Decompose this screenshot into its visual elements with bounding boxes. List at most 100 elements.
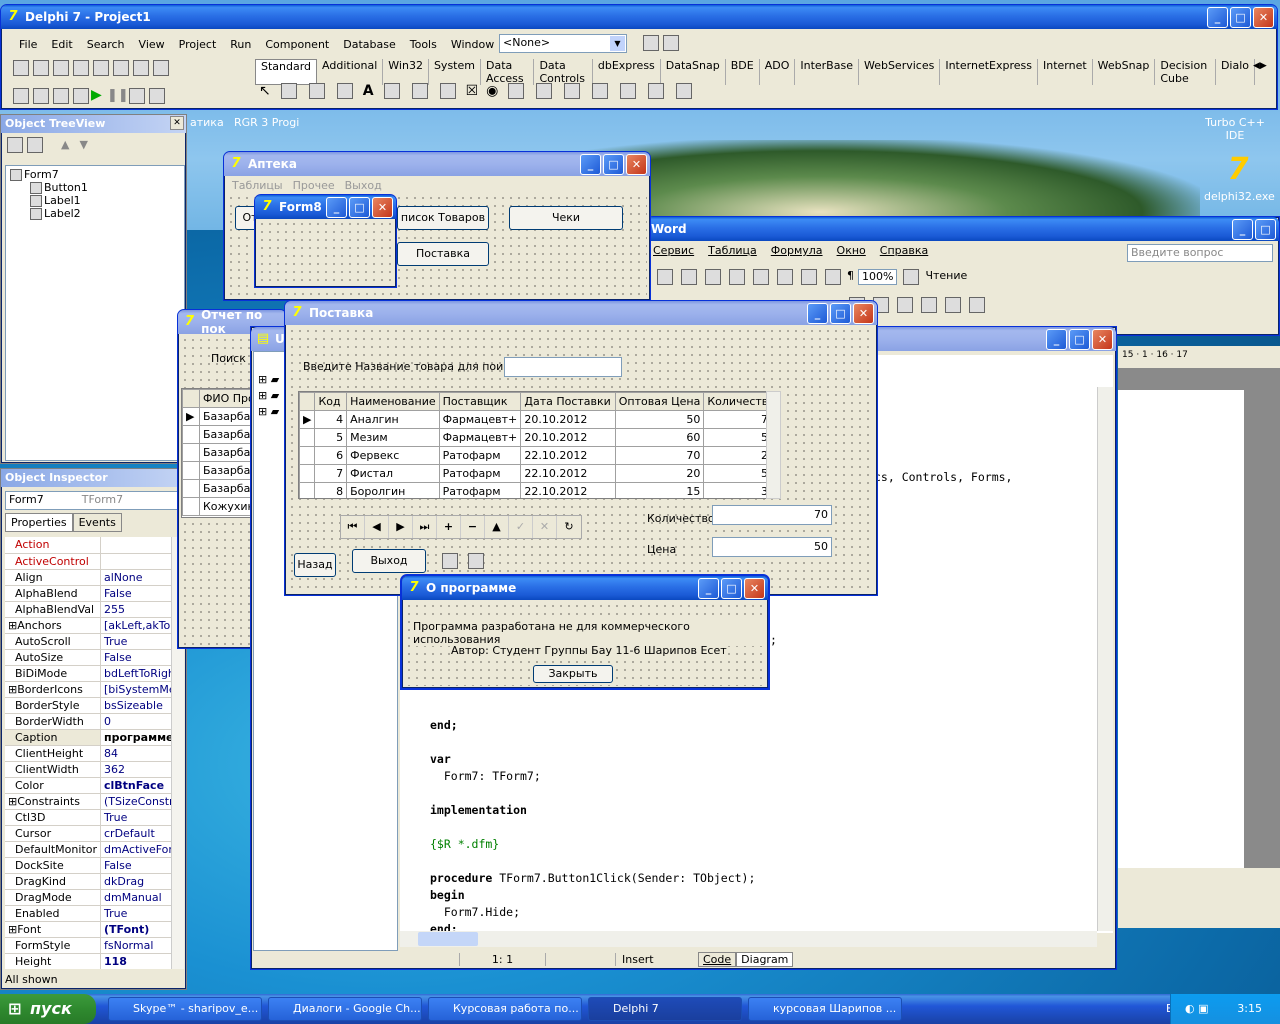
word-titlebar[interactable]: Word _ □ <box>647 217 1279 241</box>
word-menu-item[interactable]: Окно <box>837 244 866 257</box>
step-over-icon[interactable] <box>149 88 165 104</box>
back-button[interactable]: Назад <box>294 553 336 577</box>
property-row[interactable]: BorderWidth 0 <box>5 713 171 730</box>
palette-tab-7[interactable]: DataSnap <box>661 59 726 85</box>
tree-node-form7[interactable]: Form7 <box>8 168 182 181</box>
undo-icon[interactable] <box>729 269 745 285</box>
delete-icon[interactable] <box>27 137 43 153</box>
palette-tab-6[interactable]: dbExpress <box>593 59 661 85</box>
task-skype[interactable]: Skype™ - sharipov_e... <box>108 997 262 1021</box>
property-value[interactable]: dkDrag <box>100 873 171 890</box>
refresh-icon[interactable]: ↻ <box>557 516 581 538</box>
word-menu-item[interactable]: Сервис <box>653 244 694 257</box>
property-row[interactable]: AutoSize False <box>5 649 171 666</box>
table-row[interactable]: 5МезимФармацевт+20.10.20126050 <box>299 428 779 447</box>
tray-icon[interactable]: ◐ ▣ <box>1185 1002 1209 1015</box>
close-button[interactable]: ✕ <box>853 303 874 324</box>
maximize-button[interactable]: □ <box>830 303 851 324</box>
delete-record-icon[interactable]: − <box>461 516 485 538</box>
last-record-icon[interactable]: ⏭ <box>413 516 437 538</box>
close-icon[interactable]: ✕ <box>170 116 184 130</box>
trace-into-icon[interactable] <box>129 88 145 104</box>
edit-record-icon[interactable]: ▲ <box>485 516 509 538</box>
property-value[interactable]: 84 <box>100 745 171 762</box>
property-value[interactable]: (TFont) <box>100 921 171 938</box>
tree-node-label1[interactable]: Label1 <box>8 194 182 207</box>
menu-item-database[interactable]: Database <box>343 38 396 51</box>
property-row[interactable]: DefaultMonitordmActiveForm <box>5 841 171 858</box>
delphi-desktop-icon[interactable]: 7 <box>1220 152 1256 187</box>
property-row[interactable]: Align alNone <box>5 569 171 586</box>
word-menu-item[interactable]: Формула <box>771 244 823 257</box>
treeview-titlebar[interactable]: Object TreeView ✕ <box>1 115 186 133</box>
start-button[interactable]: ⊞ пуск <box>0 994 96 1024</box>
property-row[interactable]: ⊞Constraints(TSizeConstrain <box>5 793 171 810</box>
task-word[interactable]: курсовая Шарипов ... <box>748 997 902 1021</box>
palette-tab-12[interactable]: InternetExpress <box>940 59 1038 85</box>
palette-tab-4[interactable]: Data Access <box>481 59 535 85</box>
property-value[interactable]: False <box>100 857 171 874</box>
property-row[interactable]: BiDiModebdLeftToRight <box>5 665 171 682</box>
property-value[interactable]: False <box>100 585 171 602</box>
minimize-button[interactable]: _ <box>698 578 719 599</box>
column-header[interactable]: Наименование <box>346 392 440 411</box>
radiogroup-icon[interactable] <box>620 83 637 99</box>
property-row[interactable]: ClientHeight 84 <box>5 745 171 762</box>
tab-properties[interactable]: Properties <box>5 513 73 532</box>
property-value[interactable]: alNone <box>100 569 171 586</box>
palette-tab-3[interactable]: System <box>429 59 481 85</box>
inspector-titlebar[interactable]: Object Inspector <box>1 469 186 487</box>
minimize-button[interactable]: _ <box>1232 219 1253 240</box>
property-value[interactable]: False <box>100 649 171 666</box>
property-row[interactable]: Enabled True <box>5 905 171 922</box>
table-row[interactable]: 6ФервексРатофарм22.10.20127020 <box>299 446 779 465</box>
property-value[interactable]: dmActiveForm <box>100 841 171 858</box>
delphi-titlebar[interactable]: 7 Delphi 7 - Project1 _ □ ✕ <box>1 5 1277 29</box>
palette-tab-8[interactable]: BDE <box>726 59 760 85</box>
task-chrome[interactable]: Диалоги - Google Ch... <box>268 997 422 1021</box>
property-value[interactable]: bdLeftToRight <box>100 665 171 682</box>
listbox-icon[interactable] <box>508 83 525 99</box>
toggle-icon[interactable] <box>53 88 69 104</box>
palette-tab-14[interactable]: WebSnap <box>1093 59 1156 85</box>
property-value[interactable]: crDefault <box>100 825 171 842</box>
desktop-icon-delphi-label[interactable]: delphi32.exe <box>1204 190 1275 203</box>
menu-item-edit[interactable]: Edit <box>51 38 72 51</box>
data-source-icon[interactable] <box>468 553 484 569</box>
property-row[interactable]: Action <box>5 537 171 554</box>
property-row[interactable]: ⊞Font (TFont) <box>5 921 171 938</box>
property-row[interactable]: Cursor crDefault <box>5 825 171 842</box>
column-header[interactable]: Код <box>314 392 348 411</box>
save-icon[interactable] <box>53 60 69 76</box>
maximize-button[interactable]: □ <box>1069 329 1090 350</box>
property-row[interactable]: AlphaBlend False <box>5 585 171 602</box>
palette-tab-13[interactable]: Internet <box>1038 59 1093 85</box>
column-header[interactable]: Дата Поставки <box>520 392 616 411</box>
tree-node-button1[interactable]: Button1 <box>8 181 182 194</box>
palette-tab-5[interactable]: Data Controls <box>534 59 593 85</box>
about-titlebar[interactable]: 7 О программе _ □ ✕ <box>402 576 768 600</box>
desktop-label-rgr[interactable]: RGR 3 Progi <box>234 116 299 129</box>
options-icon[interactable] <box>663 35 679 51</box>
pause-icon[interactable]: ❚❚ <box>107 88 129 103</box>
price-field[interactable]: 50 <box>712 537 832 557</box>
property-value[interactable]: 362 <box>100 761 171 778</box>
button-icon[interactable] <box>439 83 456 99</box>
apteka-menu-item[interactable]: Прочее <box>293 179 335 192</box>
shape-icon[interactable] <box>945 297 961 313</box>
property-value[interactable] <box>100 553 171 570</box>
palette-scroll-arrows[interactable]: ◀▶ <box>1253 61 1267 71</box>
hyperlink-icon[interactable] <box>777 269 793 285</box>
cancel-record-icon[interactable]: ✕ <box>533 516 557 538</box>
property-row[interactable]: DockSite False <box>5 857 171 874</box>
apteka-menu-item[interactable]: Таблицы <box>232 179 283 192</box>
frames-icon[interactable] <box>280 83 297 99</box>
chevron-down-icon[interactable]: ▼ <box>610 36 625 51</box>
remove-file-icon[interactable] <box>133 60 149 76</box>
read-button[interactable]: Чтение <box>925 269 967 285</box>
table-row[interactable]: 7ФисталРатофарм22.10.20122055 <box>299 464 779 483</box>
property-row[interactable]: ⊞Anchors[akLeft,akTop] <box>5 617 171 634</box>
palette-tab-10[interactable]: InterBase <box>795 59 859 85</box>
word-menu-item[interactable]: Таблица <box>708 244 757 257</box>
property-row[interactable]: ClientWidth 362 <box>5 761 171 778</box>
